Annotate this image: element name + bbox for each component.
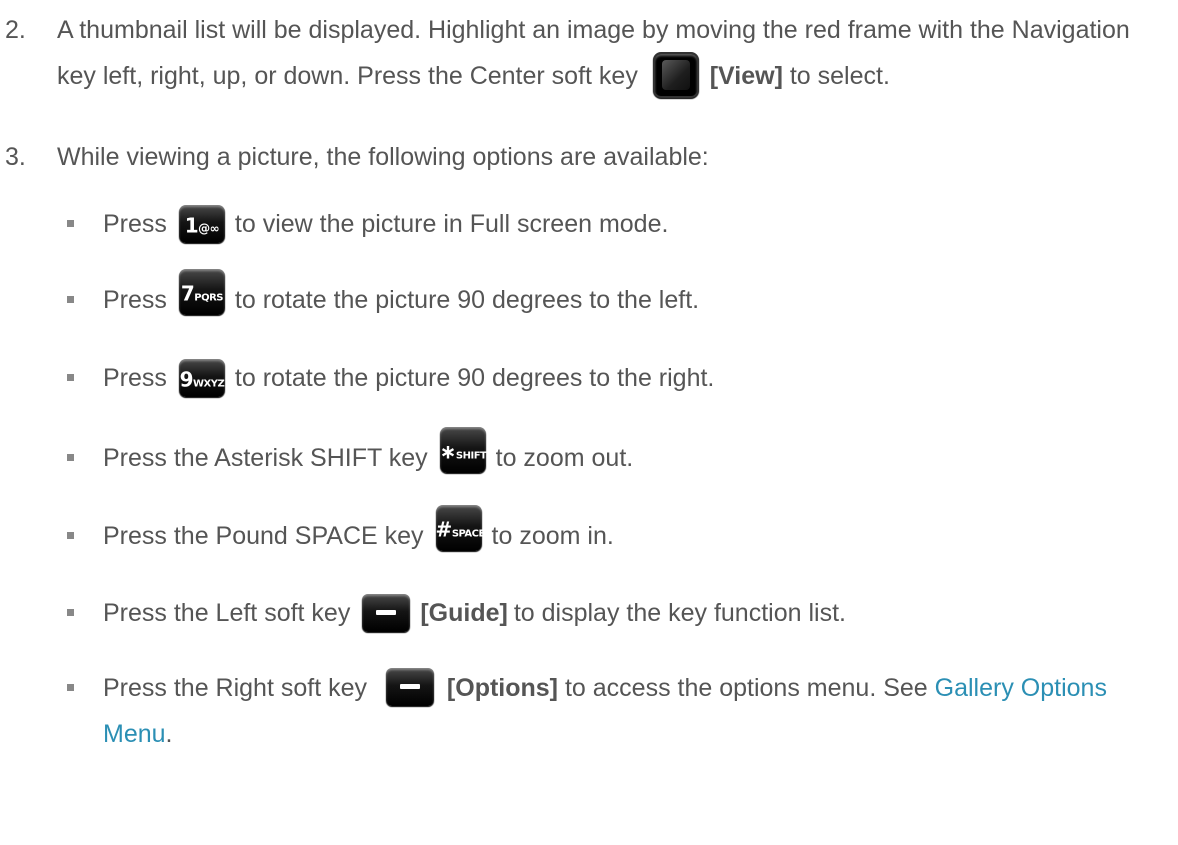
bullet-marker: [67, 532, 74, 539]
options-label: [Options]: [446, 674, 559, 702]
pound-space-key-icon: #SPACE: [435, 505, 485, 551]
list-item: Press the Left soft key [Guide] to displ…: [67, 584, 1167, 642]
list-item: Press 9WXYZ to rotate the picture 90 deg…: [67, 349, 1167, 407]
bullet-marker: [67, 296, 74, 303]
step-3: 3. While viewing a picture, the followin…: [5, 134, 1170, 180]
bullet-marker: [67, 454, 74, 461]
bullet-marker: [67, 684, 74, 691]
list-item: Press the Right soft key [Options] to ac…: [67, 665, 1167, 761]
center-soft-key-icon: [652, 52, 699, 99]
step-number: 2.: [5, 16, 26, 44]
asterisk-shift-key-icon: ∗SHIFT: [439, 427, 487, 473]
left-soft-key-icon: [362, 594, 411, 632]
list-item: Press the Pound SPACE key #SPACE to zoom…: [67, 505, 1167, 565]
key-7-icon: 7PQRS: [178, 269, 225, 315]
view-label: [View]: [709, 62, 783, 90]
key-9-icon: 9WXYZ: [178, 359, 225, 397]
step-text: While viewing a picture, the following o…: [57, 143, 709, 171]
bullet-marker: [67, 609, 74, 616]
list-item: Press the Asterisk SHIFT key ∗SHIFT to z…: [67, 427, 1167, 487]
list-item: Press 1@∞ to view the picture in Full sc…: [67, 195, 1167, 253]
right-soft-key-icon: [385, 668, 434, 707]
step-text: A thumbnail list will be displayed. High…: [57, 7, 1170, 100]
step-number: 3.: [5, 143, 26, 171]
list-item: Press 7PQRS to rotate the picture 90 deg…: [67, 269, 1167, 329]
bullet-marker: [67, 374, 74, 381]
guide-label: [Guide]: [420, 598, 508, 627]
bullet-marker: [67, 220, 74, 227]
step-2: 2. A thumbnail list will be displayed. H…: [5, 7, 1170, 103]
key-1-icon: 1@∞: [178, 205, 225, 243]
